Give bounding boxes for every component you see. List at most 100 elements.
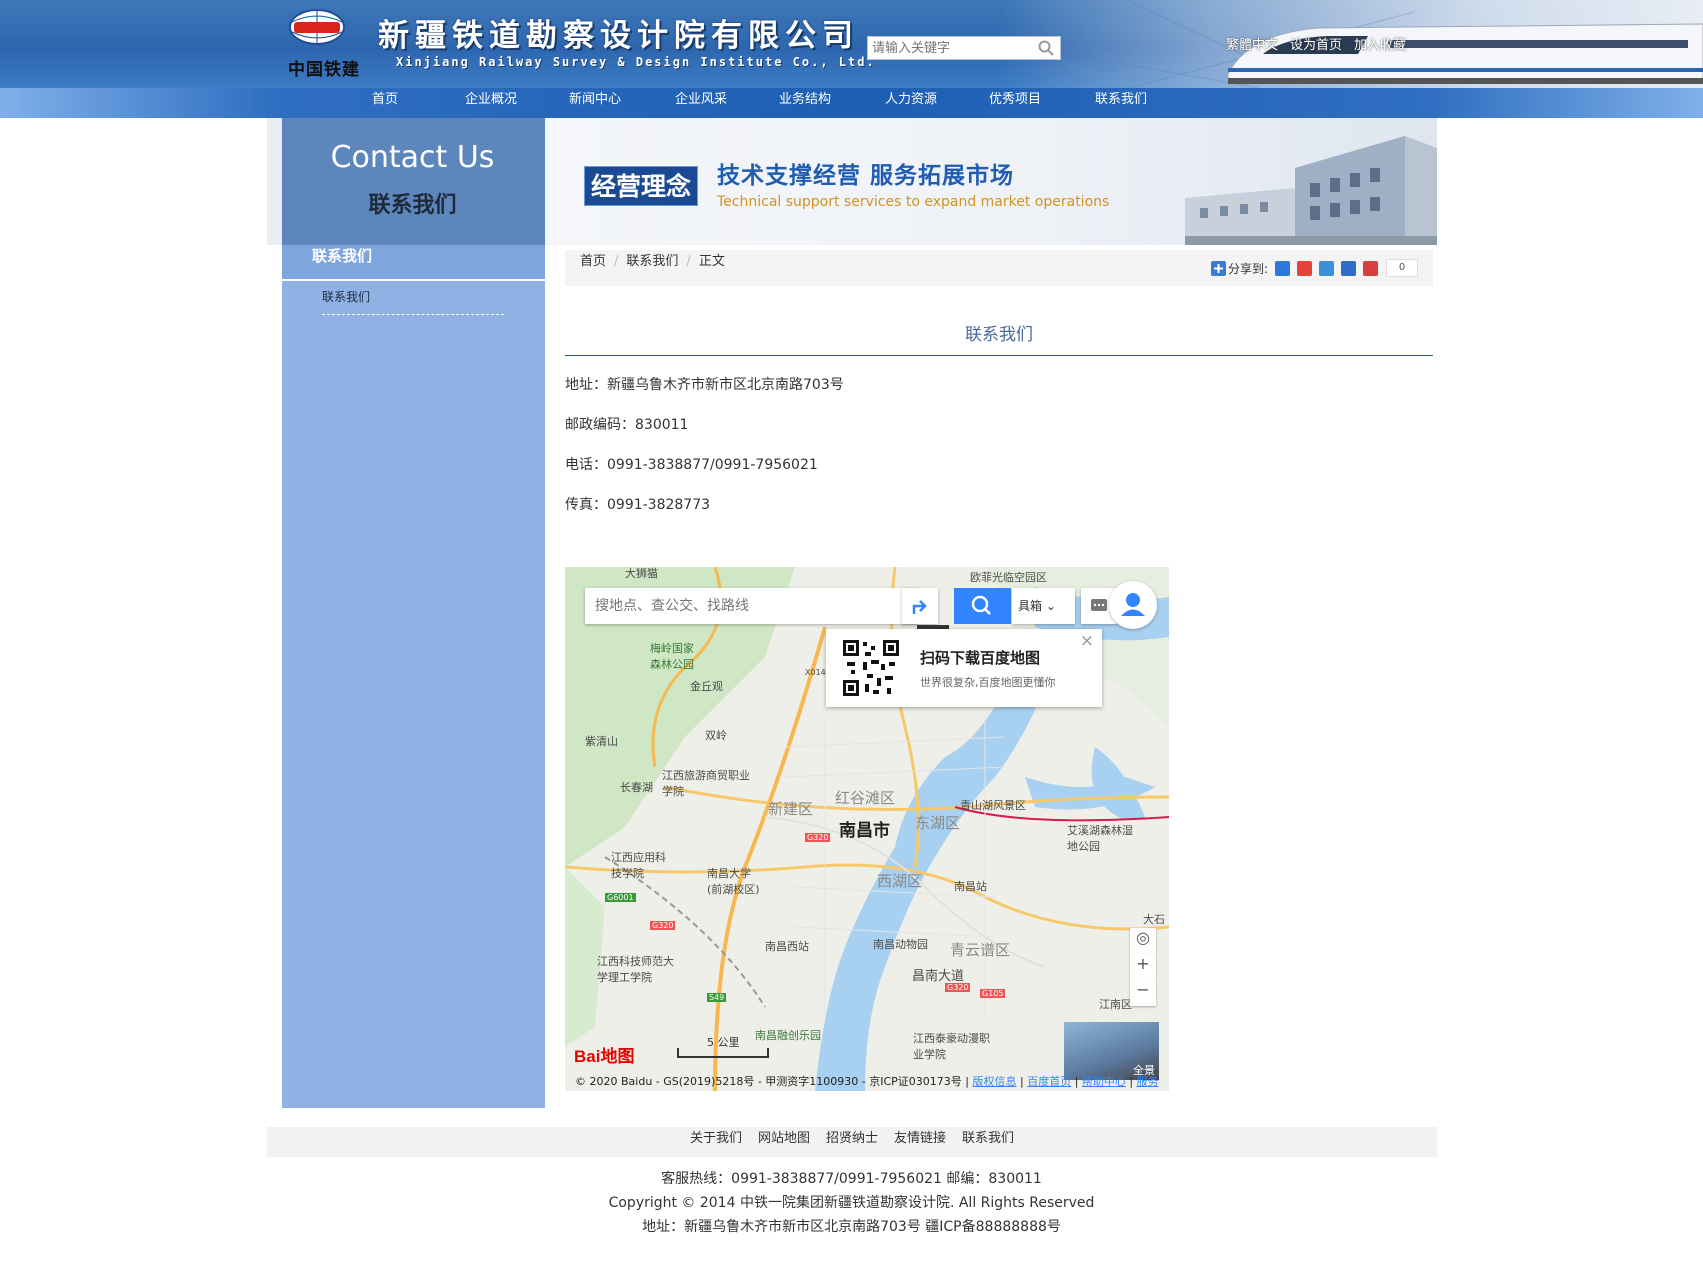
route-button[interactable] xyxy=(902,588,938,624)
map-link-help[interactable]: 帮助中心 xyxy=(1082,1075,1126,1088)
logo-cn-text: 中国铁建 xyxy=(288,60,360,79)
nav-business[interactable]: 业务结构 xyxy=(760,88,850,118)
map-label: 青云谱区 xyxy=(950,941,1011,959)
info-fax: 传真：0991-3828773 xyxy=(565,497,711,513)
qr-title: 扫码下载百度地图 xyxy=(920,649,1041,667)
footer-link-about[interactable]: 关于我们 xyxy=(690,1131,742,1146)
map-label: 昌南大道 xyxy=(912,969,965,984)
map-label: 南昌融创乐园 xyxy=(755,1029,821,1042)
chevron-down-icon: ⌄ xyxy=(1045,599,1056,613)
share-renren-icon[interactable] xyxy=(1341,260,1356,276)
nav-hr[interactable]: 人力资源 xyxy=(866,88,956,118)
nav-home[interactable]: 首页 xyxy=(340,88,430,118)
map-label: 红谷滩区 xyxy=(835,789,896,807)
toolbox-label: 具箱 xyxy=(1018,599,1043,613)
toolbox-button[interactable]: 具箱 ⌄ xyxy=(1012,588,1075,624)
user-button[interactable] xyxy=(1109,581,1157,629)
map-link-service[interactable]: 服务 xyxy=(1137,1075,1159,1088)
map-label: 金丘观 xyxy=(690,680,723,693)
article-divider xyxy=(565,355,1433,356)
baidu-map[interactable]: 大狮猫 欧菲光临空园区 梅岭国家森林公园 金丘观 X014 紫清山 双岭 江西旅… xyxy=(565,567,1169,1091)
breadcrumb-current: 正文 xyxy=(698,254,725,269)
map-scale-label: 5 公里 xyxy=(707,1036,740,1049)
share-count: 0 xyxy=(1386,259,1418,277)
company-name-en: Xinjiang Railway Survey & Design Institu… xyxy=(396,55,876,69)
breadcrumb-contact[interactable]: 联系我们 xyxy=(626,254,678,269)
map-label: 东湖区 xyxy=(915,814,961,832)
banner-slogan-en: Technical support services to expand mar… xyxy=(717,194,1110,210)
header-search-input[interactable] xyxy=(868,37,1036,60)
map-label: 梅岭国家森林公园 xyxy=(650,642,694,671)
map-label: 大石 xyxy=(1143,913,1165,926)
footer-links: 关于我们 网站地图 招贤纳士 友情链接 联系我们 xyxy=(267,1127,1437,1157)
link-set-homepage[interactable]: 设为首页 xyxy=(1290,38,1342,53)
user-avatar-icon xyxy=(1121,593,1145,616)
map-scale: 5 公里 xyxy=(677,1036,769,1058)
map-label: 新建区 xyxy=(768,800,814,818)
nav-contact[interactable]: 联系我们 xyxy=(1076,88,1166,118)
map-label: 江南区 xyxy=(1099,998,1132,1011)
nav-company-overview[interactable]: 企业概况 xyxy=(446,88,536,118)
map-label: G6001 xyxy=(605,893,636,902)
map-label: 南昌西站 xyxy=(765,940,809,953)
map-link-baidu-home[interactable]: 百度首页 xyxy=(1027,1075,1071,1088)
panorama-button[interactable]: 全景 xyxy=(1064,1022,1159,1080)
qr-popup: 扫码下载百度地图 世界很复杂,百度地图更懂你 × xyxy=(826,629,1102,707)
footer-link-sitemap[interactable]: 网站地图 xyxy=(758,1131,810,1146)
crcc-logo-icon xyxy=(289,9,345,45)
nav-corporate-style[interactable]: 企业风采 xyxy=(656,88,746,118)
search-icon[interactable] xyxy=(1038,40,1054,56)
qr-subtitle: 世界很复杂,百度地图更懂你 xyxy=(920,676,1056,689)
sidebar-item-contact[interactable]: 联系我们 xyxy=(322,288,504,315)
map-label: G320 xyxy=(945,983,971,992)
share-tqq-icon[interactable] xyxy=(1319,260,1334,276)
breadcrumb-bar: 首页 / 联系我们 / 正文 分享到: 0 xyxy=(565,250,1433,286)
route-icon xyxy=(912,600,927,614)
locate-button[interactable]: ◎ xyxy=(1130,928,1156,954)
share-tieba-icon[interactable] xyxy=(1363,260,1378,276)
nav-projects[interactable]: 优秀项目 xyxy=(970,88,1060,118)
share-weibo-icon[interactable] xyxy=(1297,260,1312,276)
map-copyright: © 2020 Baidu - GS(2019)5218号 - 甲测资字11009… xyxy=(575,1075,1159,1088)
map-label: 南昌市 xyxy=(839,821,890,841)
share-label: 分享到: xyxy=(1227,261,1268,276)
zoom-in-button[interactable]: + xyxy=(1130,954,1156,980)
footer-link-jobs[interactable]: 招贤纳士 xyxy=(826,1131,878,1146)
zoom-out-button[interactable]: − xyxy=(1130,980,1156,1006)
map-search-button[interactable] xyxy=(954,588,1011,624)
map-search-box xyxy=(585,588,918,624)
share-plus-icon[interactable] xyxy=(1210,260,1226,276)
map-label: 江西科技师范大学理工学院 xyxy=(597,955,674,984)
link-traditional-chinese[interactable]: 繁體中文 xyxy=(1226,38,1278,53)
map-label: G320 xyxy=(650,921,676,930)
sidebar: 联系我们 联系我们 xyxy=(282,245,545,1108)
map-label: 欧菲光临空园区 xyxy=(970,571,1047,584)
map-link-copyright[interactable]: 版权信息 xyxy=(973,1075,1017,1088)
nav-news[interactable]: 新闻中心 xyxy=(550,88,640,118)
footer-link-contact[interactable]: 联系我们 xyxy=(962,1131,1014,1146)
share-qzone-icon[interactable] xyxy=(1275,260,1290,276)
map-label: S49 xyxy=(707,993,727,1002)
map-label: 南昌站 xyxy=(954,880,987,893)
banner-tag: 经营理念 xyxy=(584,166,699,206)
footer-link-friends[interactable]: 友情链接 xyxy=(894,1131,946,1146)
map-label: G320 xyxy=(805,833,831,842)
map-label: 大狮猫 xyxy=(625,567,658,580)
map-label: 江西旅游商贸职业学院 xyxy=(662,769,750,798)
link-add-favorite[interactable]: 加入收藏 xyxy=(1354,38,1406,53)
breadcrumb-home[interactable]: 首页 xyxy=(580,254,606,269)
info-phone: 电话：0991-3838877/0991-7956021 xyxy=(565,457,818,473)
close-icon[interactable]: × xyxy=(1080,631,1094,651)
article-title: 联系我们 xyxy=(965,325,1033,345)
map-label: 双岭 xyxy=(705,729,727,742)
map-label: 江西应用科技学院 xyxy=(611,851,666,880)
site-header: 中国铁建 新疆铁道勘察设计院有限公司 Xinjiang Railway Surv… xyxy=(0,0,1703,88)
map-label: 紫清山 xyxy=(585,735,618,748)
footer-copyright: Copyright © 2014 中铁一院集团新疆铁道勘察设计院. All Ri… xyxy=(608,1195,1095,1211)
footer-address: 地址：新疆乌鲁木齐市新市区北京南路703号 疆ICP备88888888号 xyxy=(642,1219,1061,1235)
map-label: 南昌动物园 xyxy=(873,938,928,951)
map-label: G105 xyxy=(980,989,1006,998)
map-search-input[interactable] xyxy=(585,588,897,624)
map-label: 西湖区 xyxy=(877,872,923,890)
banner-contact-en: Contact Us xyxy=(330,140,495,175)
